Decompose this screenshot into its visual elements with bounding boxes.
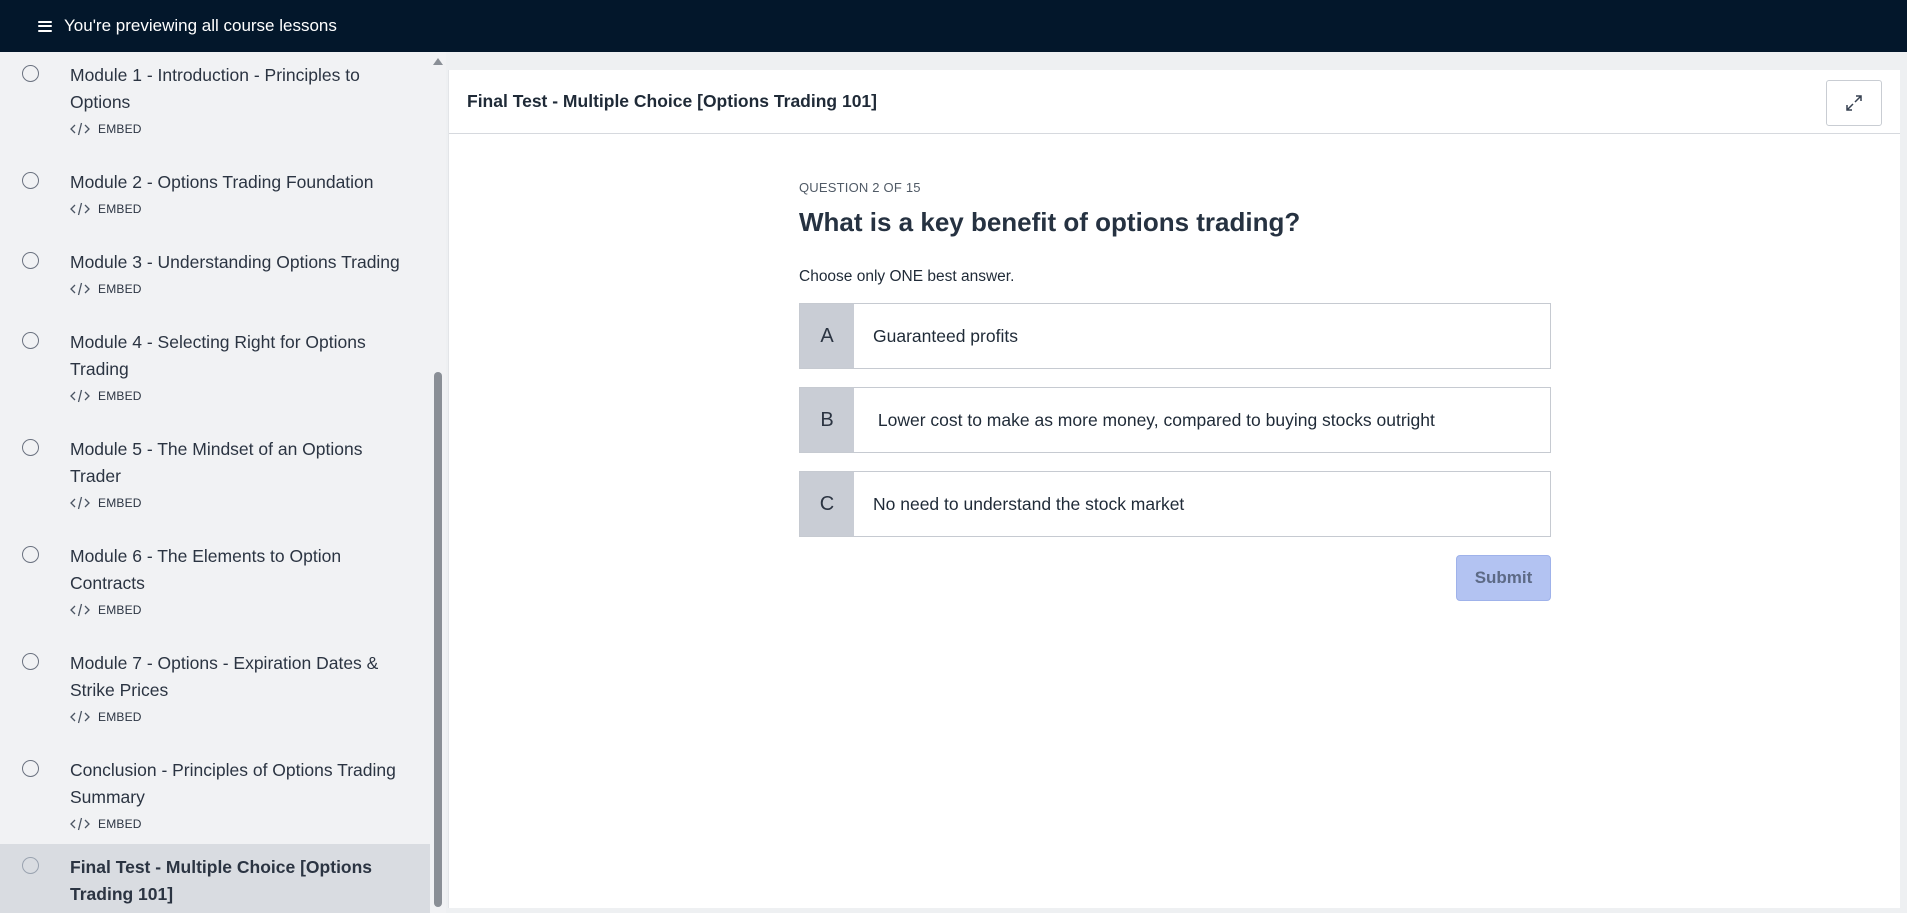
- lesson-type-label: EMBED: [98, 603, 142, 617]
- lesson-status-radio: [22, 65, 39, 82]
- sidebar-scrollbar[interactable]: [430, 52, 446, 913]
- option-letter: B: [800, 388, 854, 452]
- sidebar-lesson-module-1[interactable]: Module 1 - Introduction - Principles to …: [0, 52, 430, 139]
- answer-option-b[interactable]: B Lower cost to make as more money, comp…: [799, 387, 1551, 453]
- lesson-status-radio: [22, 439, 39, 456]
- option-letter: A: [800, 304, 854, 368]
- top-bar: You're previewing all course lessons: [0, 0, 1907, 52]
- embed-icon: [70, 710, 90, 724]
- lesson-type-label: EMBED: [98, 389, 142, 403]
- sidebar-lesson-module-3[interactable]: Module 3 - Understanding Options Trading…: [0, 239, 430, 299]
- option-text: Guaranteed profits: [873, 325, 1018, 346]
- lesson-title: Module 6 - The Elements to Option Contra…: [70, 546, 342, 593]
- preview-banner-title: You're previewing all course lessons: [64, 16, 337, 35]
- lesson-status-radio: [22, 857, 39, 874]
- lesson-title: Module 5 - The Mindset of an Options Tra…: [70, 439, 363, 486]
- embed-icon: [70, 817, 90, 831]
- lesson-title: Module 7 - Options - Expiration Dates & …: [70, 653, 379, 700]
- submit-button[interactable]: Submit: [1456, 555, 1551, 601]
- expand-icon: [1846, 95, 1862, 111]
- sidebar-lesson-module-4[interactable]: Module 4 - Selecting Right for Options T…: [0, 319, 430, 406]
- lesson-status-radio: [22, 546, 39, 563]
- lesson-title: Conclusion - Principles of Options Tradi…: [70, 760, 396, 807]
- question-counter: QUESTION 2 OF 15: [799, 180, 921, 195]
- lesson-title: Module 4 - Selecting Right for Options T…: [70, 332, 366, 379]
- lesson-type-label: EMBED: [98, 817, 142, 831]
- embed-icon: [70, 282, 90, 296]
- answer-option-a[interactable]: A Guaranteed profits: [799, 303, 1551, 369]
- lesson-heading: Final Test - Multiple Choice [Options Tr…: [467, 91, 877, 111]
- sidebar-lesson-module-5[interactable]: Module 5 - The Mindset of an Options Tra…: [0, 426, 430, 513]
- answer-options: A Guaranteed profits B Lower cost to mak…: [799, 303, 1551, 537]
- embed-icon: [70, 603, 90, 617]
- quiz-question: QUESTION 2 OF 15 What is a key benefit o…: [799, 180, 1551, 601]
- menu-icon[interactable]: [38, 20, 52, 32]
- lesson-title: Module 2 - Options Trading Foundation: [70, 172, 374, 192]
- lesson-sidebar: Module 1 - Introduction - Principles to …: [0, 52, 430, 913]
- scroll-up-arrow-icon[interactable]: [433, 58, 443, 65]
- lesson-title: Final Test - Multiple Choice [Options Tr…: [70, 857, 373, 904]
- scrollbar-thumb[interactable]: [434, 372, 442, 907]
- lesson-status-radio: [22, 760, 39, 777]
- lesson-type-label: EMBED: [98, 496, 142, 510]
- lesson-header: Final Test - Multiple Choice [Options Tr…: [449, 70, 1900, 134]
- lesson-type-label: EMBED: [98, 282, 142, 296]
- option-text: No need to understand the stock market: [873, 493, 1185, 514]
- answer-option-c[interactable]: C No need to understand the stock market: [799, 471, 1551, 537]
- lesson-content-panel: Final Test - Multiple Choice [Options Tr…: [448, 70, 1900, 908]
- embed-icon: [70, 122, 90, 136]
- embed-icon: [70, 202, 90, 216]
- sidebar-lesson-module-2[interactable]: Module 2 - Options Trading Foundation EM…: [0, 159, 430, 219]
- sidebar-lesson-module-6[interactable]: Module 6 - The Elements to Option Contra…: [0, 533, 430, 620]
- sidebar-lesson-module-7[interactable]: Module 7 - Options - Expiration Dates & …: [0, 640, 430, 727]
- lesson-title: Module 1 - Introduction - Principles to …: [70, 65, 360, 112]
- lesson-type-label: EMBED: [98, 122, 142, 136]
- lesson-title: Module 3 - Understanding Options Trading: [70, 252, 400, 272]
- sidebar-lesson-conclusion[interactable]: Conclusion - Principles of Options Tradi…: [0, 747, 430, 834]
- lesson-status-radio: [22, 252, 39, 269]
- option-text: Lower cost to make as more money, compar…: [873, 409, 1435, 430]
- embed-icon: [70, 389, 90, 403]
- question-instruction: Choose only ONE best answer.: [799, 268, 1015, 285]
- option-letter: C: [800, 472, 854, 536]
- lesson-status-radio: [22, 172, 39, 189]
- question-text: What is a key benefit of options trading…: [799, 207, 1301, 237]
- lesson-type-label: EMBED: [98, 202, 142, 216]
- lesson-status-radio: [22, 332, 39, 349]
- lesson-status-radio: [22, 653, 39, 670]
- lesson-type-label: EMBED: [98, 710, 142, 724]
- fullscreen-button[interactable]: [1826, 80, 1882, 126]
- sidebar-lesson-final-test[interactable]: Final Test - Multiple Choice [Options Tr…: [0, 844, 430, 913]
- embed-icon: [70, 496, 90, 510]
